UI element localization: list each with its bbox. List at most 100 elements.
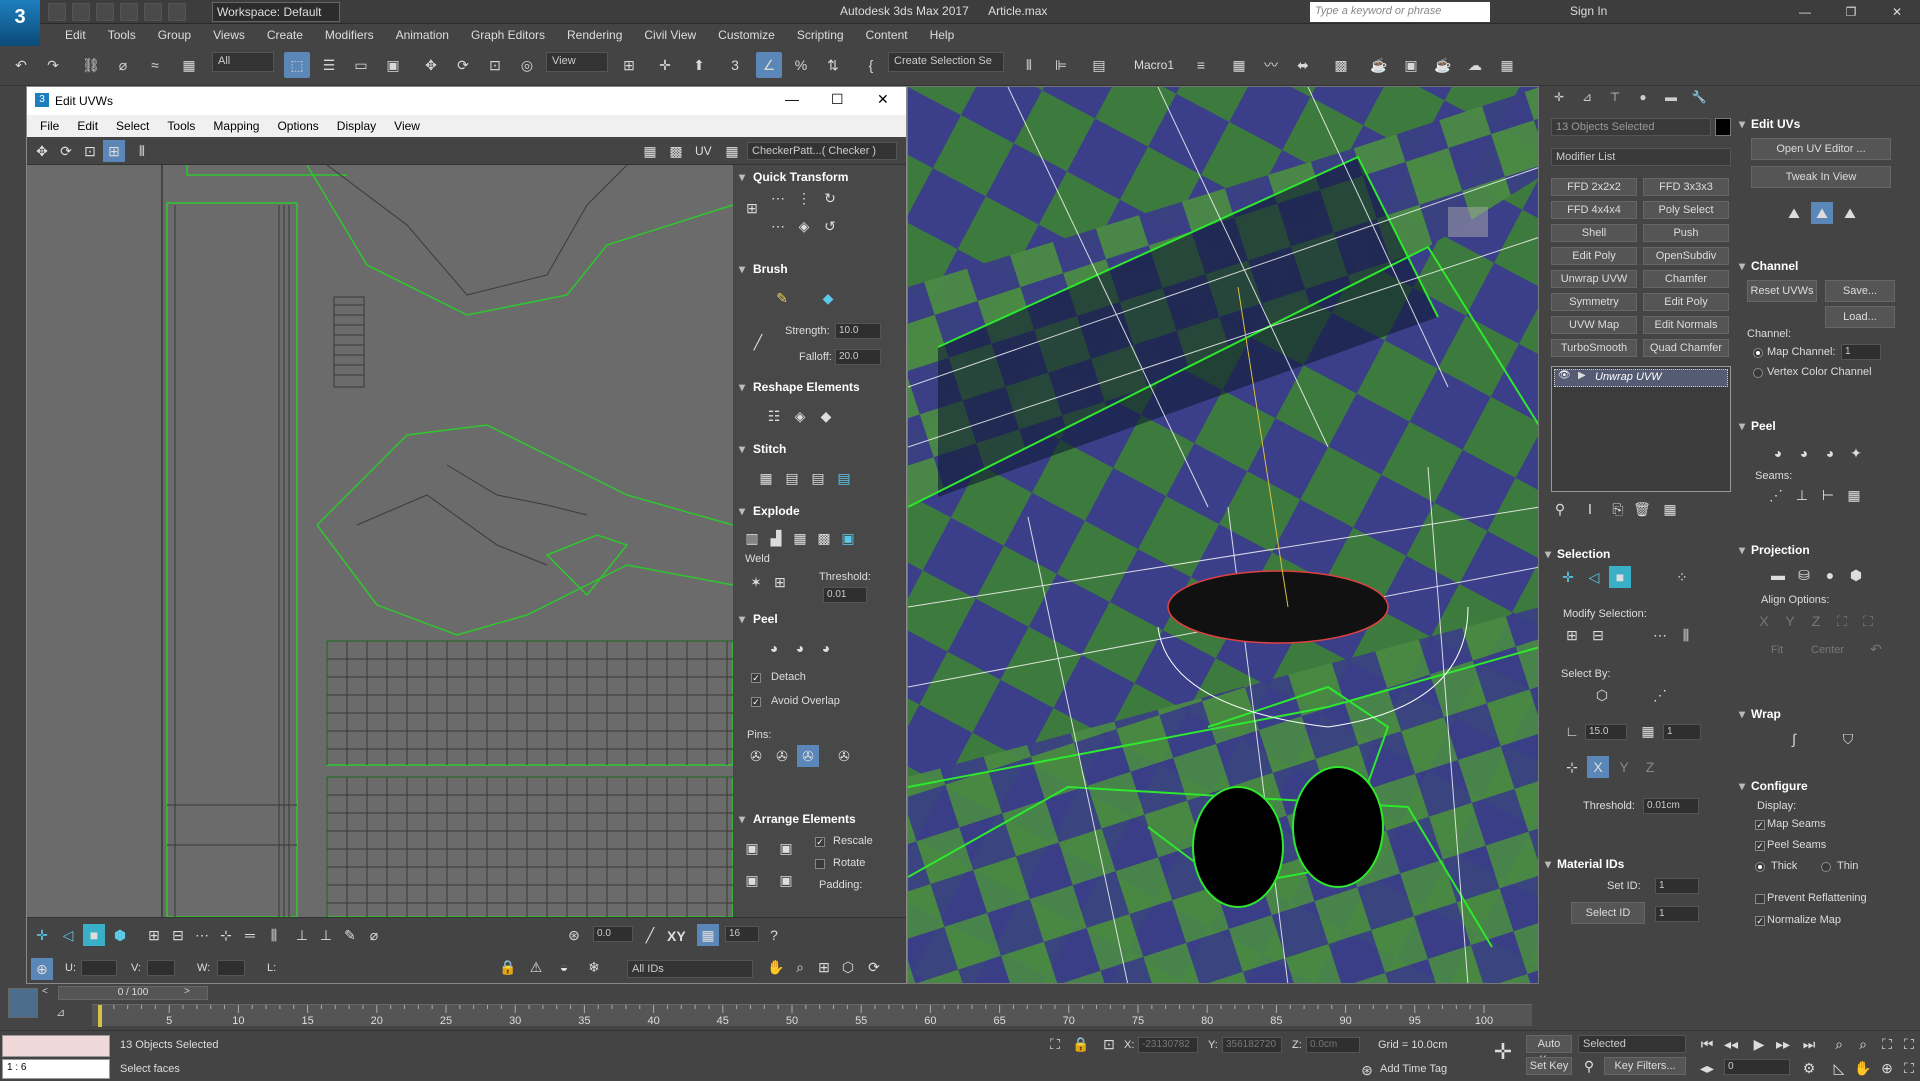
rectangular-selection-icon[interactable]: ▭ bbox=[348, 52, 374, 78]
zoom-selected-icon[interactable]: ⟳ bbox=[863, 956, 885, 978]
z-axis-icon[interactable]: Z bbox=[1639, 756, 1661, 778]
edge-sel-to-seams-icon[interactable]: ⊢ bbox=[1817, 484, 1839, 506]
edge-select-icon[interactable]: ◁ bbox=[1583, 566, 1605, 588]
zoom-all-icon[interactable]: ⌕ bbox=[1852, 1033, 1874, 1055]
shrink-icon[interactable]: ⊟ bbox=[1587, 624, 1609, 646]
map-channel-spinner[interactable]: 1 bbox=[1841, 344, 1881, 360]
eye-icon[interactable]: 👁 bbox=[1558, 370, 1571, 381]
undo-icon[interactable]: ↶ bbox=[8, 52, 34, 78]
zoom-extents-all-icon[interactable]: ⛶ bbox=[1898, 1033, 1920, 1055]
menu-customize[interactable]: Customize bbox=[707, 28, 786, 42]
rollout-arrange-elements[interactable]: Arrange Elements bbox=[733, 809, 906, 829]
uv-menu-view[interactable]: View bbox=[385, 119, 429, 133]
modifier-button[interactable]: Push bbox=[1643, 224, 1729, 242]
go-to-start-icon[interactable]: ⏮ bbox=[1696, 1033, 1718, 1055]
minimize-icon[interactable]: — bbox=[1782, 0, 1828, 24]
utilities-tab-icon[interactable]: 🔧 bbox=[1687, 90, 1711, 110]
uv-menu-edit[interactable]: Edit bbox=[68, 119, 107, 133]
strength-spinner[interactable]: 10.0 bbox=[835, 323, 881, 339]
minimize-icon[interactable]: — bbox=[785, 91, 799, 107]
motion-tab-icon[interactable]: ● bbox=[1631, 90, 1655, 110]
app-logo[interactable]: 3 bbox=[0, 0, 40, 46]
face-mode-icon[interactable]: ■ bbox=[83, 924, 105, 946]
break-icon[interactable]: ▥ bbox=[741, 527, 763, 549]
u-field[interactable] bbox=[81, 960, 117, 976]
selection-lock-icon[interactable]: 🔒 bbox=[1070, 1033, 1092, 1055]
redo-icon[interactable]: ↷ bbox=[40, 52, 66, 78]
prev-frame-icon[interactable]: ◂◂ bbox=[1720, 1033, 1742, 1055]
rotate-ccw-icon[interactable]: ↺ bbox=[819, 215, 841, 237]
field-of-view-icon[interactable]: ◺ bbox=[1828, 1057, 1850, 1079]
brush-select-icon[interactable]: ✎ bbox=[339, 924, 361, 946]
layer-explorer-icon[interactable]: ≡ bbox=[1188, 52, 1214, 78]
stitch-target-icon[interactable]: ▤ bbox=[833, 467, 855, 489]
uv-canvas[interactable] bbox=[27, 165, 733, 917]
vertex-color-radio[interactable] bbox=[1753, 368, 1763, 378]
modifier-button[interactable]: Edit Poly bbox=[1551, 247, 1637, 265]
close-icon[interactable]: ✕ bbox=[1874, 0, 1920, 24]
edit-named-selection-icon[interactable]: { bbox=[858, 52, 884, 78]
render-online-icon[interactable]: ☁ bbox=[1462, 52, 1488, 78]
planar-angle-icon[interactable]: ∟ bbox=[1561, 720, 1583, 742]
rotate-icon[interactable]: ⟳ bbox=[450, 52, 476, 78]
ring-icon[interactable]: ⫼ bbox=[263, 924, 285, 946]
rollout-peel[interactable]: Peel bbox=[733, 609, 906, 629]
time-config-icon[interactable]: ⚙ bbox=[1798, 1057, 1820, 1079]
mirror-icon[interactable]: ⫴ bbox=[131, 140, 153, 162]
menu-views[interactable]: Views bbox=[202, 28, 256, 42]
rollout-material-ids[interactable]: Material IDs bbox=[1543, 854, 1733, 874]
peel-seams-checkbox[interactable]: ✓ bbox=[1755, 841, 1765, 851]
modifier-button[interactable]: Symmetry bbox=[1551, 293, 1637, 311]
straighten-icon[interactable]: ☷ bbox=[763, 405, 785, 427]
rollout-peel[interactable]: Peel bbox=[1737, 416, 1920, 436]
curve-editor-toggle-icon[interactable]: ⊿ bbox=[56, 1006, 65, 1019]
checker-map-icon[interactable]: ▦ bbox=[721, 140, 743, 162]
pack-together-icon[interactable]: ▣ bbox=[741, 869, 763, 891]
quick-peel-icon[interactable]: ◕ bbox=[1767, 442, 1789, 464]
time-slider-prev-icon[interactable]: < bbox=[42, 986, 48, 997]
spinner-snap-icon[interactable]: ⇅ bbox=[820, 52, 846, 78]
key-filters-button[interactable]: Key Filters... bbox=[1604, 1057, 1686, 1075]
xy-coordinate-toggle[interactable]: XY bbox=[667, 928, 686, 944]
menu-group[interactable]: Group bbox=[147, 28, 202, 42]
weld-selected-icon[interactable]: ✶ bbox=[745, 571, 767, 593]
menu-graph-editors[interactable]: Graph Editors bbox=[460, 28, 556, 42]
align-z-icon[interactable]: Z bbox=[1805, 610, 1827, 632]
expand-arrow-icon[interactable]: ▶ bbox=[1578, 370, 1586, 381]
current-frame-marker[interactable] bbox=[98, 1005, 102, 1027]
element-mode-icon[interactable]: ⬢ bbox=[109, 924, 131, 946]
edge-mode-icon[interactable]: ⛰ bbox=[1811, 202, 1833, 224]
time-tag-icon[interactable]: ⊛ bbox=[1356, 1059, 1378, 1081]
make-unique-icon[interactable]: ⎘ bbox=[1607, 498, 1629, 520]
polygon-select-icon[interactable]: ■ bbox=[1609, 566, 1631, 588]
brush-grow-icon[interactable]: ⌀ bbox=[363, 924, 385, 946]
remove-modifier-icon[interactable]: 🗑 bbox=[1631, 498, 1653, 520]
curve-editor-icon[interactable]: 〰 bbox=[1258, 52, 1284, 78]
reset-uvws-button[interactable]: Reset UVWs bbox=[1747, 280, 1817, 302]
maximize-icon[interactable]: ☐ bbox=[831, 91, 844, 108]
x-axis-icon[interactable]: X bbox=[1587, 756, 1609, 778]
sign-in-link[interactable]: Sign In bbox=[1570, 4, 1607, 18]
open-file-icon[interactable] bbox=[72, 3, 90, 21]
render-window-icon[interactable]: ▦ bbox=[1494, 52, 1520, 78]
unpin-icon[interactable]: ✇ bbox=[771, 745, 793, 767]
stitch-source-icon[interactable]: ▤ bbox=[781, 467, 803, 489]
pivot-center-icon[interactable]: ⊞ bbox=[616, 52, 642, 78]
isolate-selection-icon[interactable]: ⛶ bbox=[1044, 1033, 1066, 1055]
render-setup-icon[interactable]: ☕ bbox=[1366, 52, 1392, 78]
map-seams-checkbox[interactable]: ✓ bbox=[1755, 820, 1765, 830]
select-object-icon[interactable]: ⬚ bbox=[284, 52, 310, 78]
menu-modifiers[interactable]: Modifiers bbox=[314, 28, 385, 42]
reset-peel-icon[interactable]: ◕ bbox=[815, 637, 837, 659]
unfold-strip-icon[interactable]: ⛉ bbox=[1837, 728, 1859, 750]
v-field[interactable] bbox=[147, 960, 175, 976]
zoom-extents-icon[interactable]: ⬡ bbox=[837, 956, 859, 978]
modify-tab-icon[interactable]: ⊿ bbox=[1575, 90, 1599, 110]
shrink-selection-icon[interactable]: ⊟ bbox=[167, 924, 189, 946]
paint-deselect-icon[interactable]: ⊥ bbox=[315, 924, 337, 946]
menu-scripting[interactable]: Scripting bbox=[786, 28, 855, 42]
grow-icon[interactable]: ⊞ bbox=[1561, 624, 1583, 646]
cylindrical-map-icon[interactable]: ⛁ bbox=[1793, 564, 1815, 586]
zoom-icon[interactable]: ⌕ bbox=[789, 956, 811, 978]
fit-button[interactable]: Fit bbox=[1771, 644, 1783, 656]
